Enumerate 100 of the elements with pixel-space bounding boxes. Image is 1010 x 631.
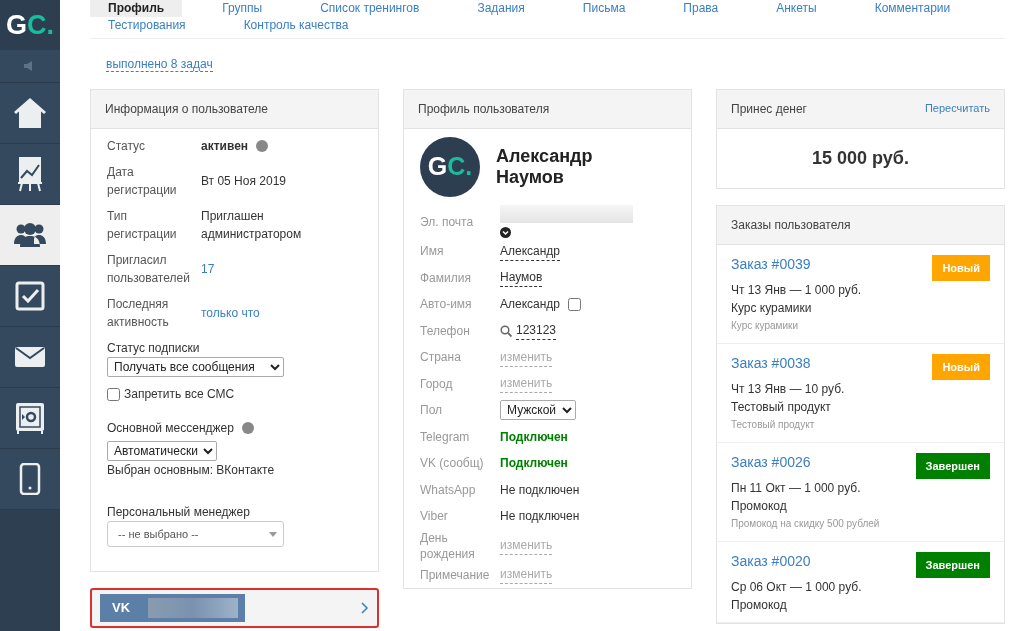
field-value: Вт 05 Ноя 2019 [201,173,286,190]
tab[interactable]: Задания [459,0,543,17]
amount: 15 000 руб. [811,147,910,170]
field-label: Telegram [420,428,471,445]
panel-title: Информация о пользователе [91,90,378,129]
field-label: Персональный менеджер [107,504,251,521]
panel-title: Принес денег [731,101,807,118]
field-label: Авто-имя [420,296,473,313]
gender-select[interactable]: Мужской [500,400,576,421]
phone-icon [19,463,41,495]
field-value: Александр [500,296,561,314]
order-date: Чт 13 Янв — 10 руб. [731,381,846,398]
safe-icon [15,402,45,434]
tab[interactable]: Контроль качества [225,17,367,34]
field-label: Дата регистрации [107,164,178,199]
field-label: Эл. почта [420,213,475,230]
field-label: Основной мессенджер [107,420,234,437]
order-item[interactable]: Заказ #0038 Новый Чт 13 Янв — 10 руб. Тестовый продукт Тестовый продукт [717,344,1004,443]
field-label: Город [420,375,454,392]
order-description: Промокод на скидку 500 рублей [731,517,881,531]
field-label: Фамилия [420,269,472,286]
sidebar-item[interactable] [0,144,60,205]
tab[interactable]: Анкеты [758,0,835,17]
avatar: GC. [420,137,480,197]
order-description: Курс курамики [731,319,799,333]
field-label: Последняя активность [107,296,170,331]
tab[interactable]: Группы [204,0,281,17]
expand-icon [500,227,511,238]
tab[interactable]: Тестирования [90,17,204,34]
panel-title: Заказы пользователя [717,206,1004,245]
order-item[interactable]: Заказ #0039 Новый Чт 13 Янв — 1 000 руб. Курс курамики Курс курамики [717,245,1004,344]
status-label: Новый [932,354,990,380]
order-product: Промокод [731,498,788,515]
recalculate-link[interactable]: Пересчитать [924,100,990,118]
field-label: День рождения [420,529,476,562]
field-label: Тип регистрации [107,208,178,243]
sidebar-item[interactable] [0,388,60,449]
field-link[interactable]: 17 [201,260,215,278]
field-label: WhatsApp [420,481,477,498]
help-icon[interactable] [256,140,269,152]
order-item[interactable]: Заказ #0026 Завершен Пн 11 Окт — 1 000 руб. Промокод Промокод на скидку 500 рублей [717,443,1004,542]
tab[interactable]: Профиль [90,0,183,17]
field-label: Пригласил пользователей [107,252,191,287]
field-label: Статус подписки [107,340,201,357]
help-icon[interactable] [241,422,254,434]
field-label: Пол [420,402,444,419]
editable-value[interactable]: Наумов [500,268,543,288]
manager-select[interactable]: -- не выбрано -- [107,521,284,547]
tab[interactable]: Права [665,0,737,17]
sidebar-item[interactable] [0,83,60,144]
auto-name-checkbox[interactable] [568,297,582,311]
search-icon [500,324,512,337]
order-item[interactable]: Заказ #0020 Завершен Ср 06 Окт — 1 000 руб. Промокод [717,542,1004,623]
editable-value[interactable]: Александр [500,241,561,261]
field-label: Статус [107,138,146,155]
order-date: Чт 13 Янв — 1 000 руб. [731,282,863,299]
vk-logo: VK [112,599,131,618]
order-product: Тестовый продукт [731,399,832,416]
field-label: Телефон [420,322,471,339]
field-label: VK (сообщ) [420,455,485,472]
status-text: Подключен [500,455,568,473]
edit-link[interactable]: изменить [500,536,553,555]
tasks-link[interactable]: выполнено 8 задач [106,57,213,72]
tab[interactable]: Список тренингов [302,0,438,17]
edit-link[interactable]: изменить [500,374,553,394]
editable-value[interactable]: 123123 [516,321,557,341]
sidebar-item[interactable] [0,449,60,510]
order-product: Курс курамики [731,300,813,317]
field-link[interactable]: только что [201,304,260,322]
subscription-select[interactable]: Получать все сообщения [107,357,284,377]
users-icon [13,222,47,248]
chart-icon [17,156,43,192]
sidebar-item[interactable] [0,266,60,327]
mail-icon [15,347,45,367]
tab[interactable]: Письма [564,0,644,17]
field-label: Имя [420,243,445,260]
order-link[interactable]: Заказ #0038 [731,354,811,372]
field-label: Примечание [420,566,491,583]
vk-banner[interactable]: VK [90,588,379,628]
order-date: Пн 11 Окт — 1 000 руб. [731,480,862,497]
order-link[interactable]: Заказ #0020 [731,552,811,570]
order-link[interactable]: Заказ #0026 [731,453,811,471]
sidebar-item[interactable] [0,327,60,388]
tab[interactable]: Комментарии [856,0,969,17]
order-date: Ср 06 Окт — 1 000 руб. [731,579,863,596]
field-label: Viber [420,508,449,525]
edit-link[interactable]: изменить [500,347,553,367]
sidebar-item[interactable] [0,205,60,266]
messenger-select[interactable]: Автоматически [107,441,217,461]
selection-note: Выбран основным: ВКонтакте [107,462,276,479]
order-product: Промокод [731,597,788,614]
field-label: Страна [420,349,462,366]
status-label: Завершен [915,552,990,578]
status-label: Завершен [915,453,990,479]
edit-link[interactable]: изменить [500,565,553,585]
order-link[interactable]: Заказ #0039 [731,255,811,273]
status-text: Не подключен [500,508,580,526]
sms-checkbox[interactable] [107,387,120,401]
checkbox-label: Запретить все СМС [124,386,235,403]
field-value: Приглашен администратором [201,208,303,243]
